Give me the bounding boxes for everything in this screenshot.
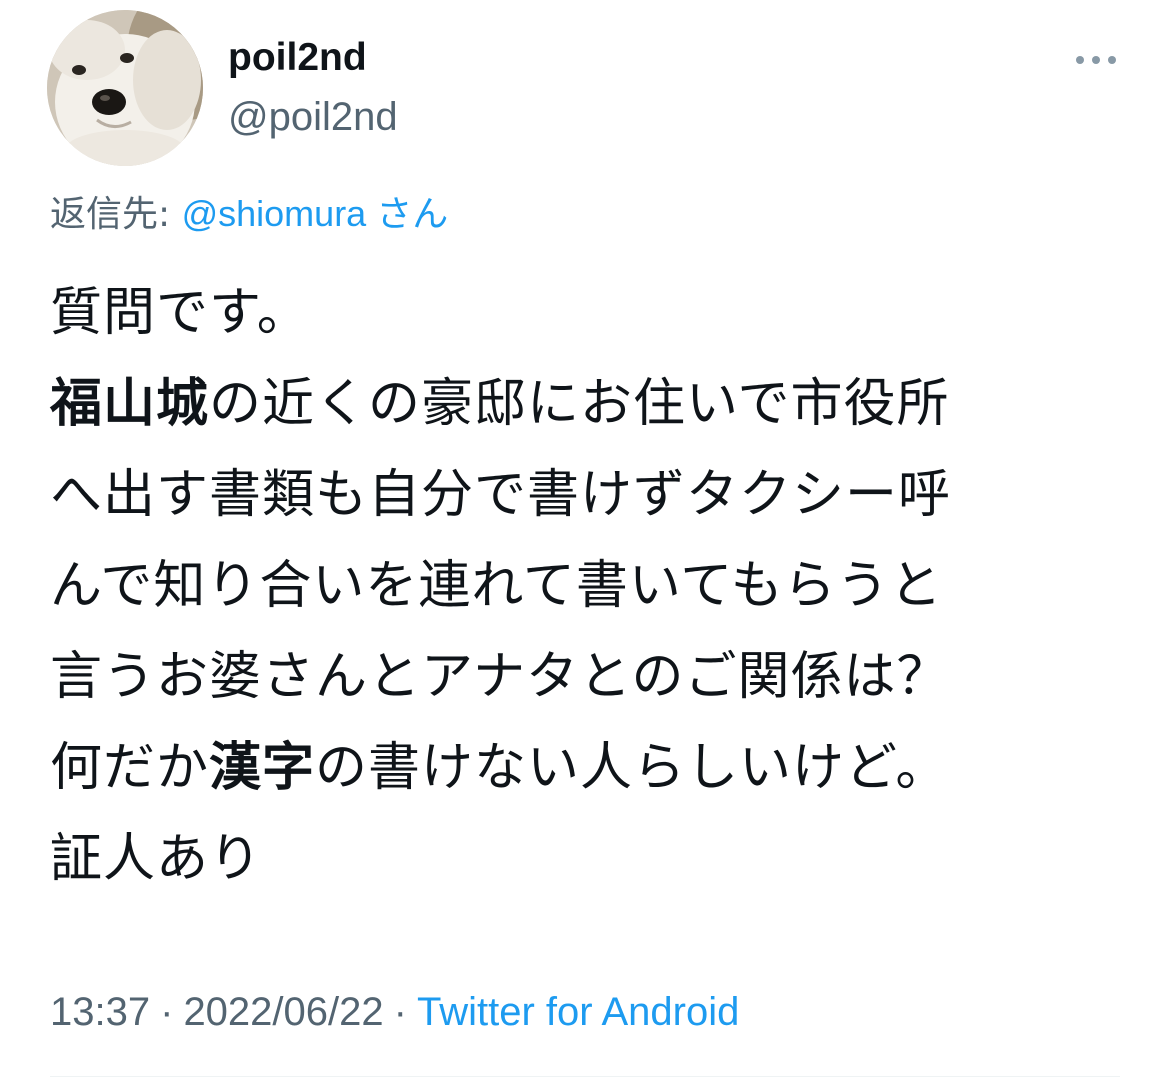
tweet-detail: poil2nd @poil2nd 返信先: @shiomura さん 質問です。 … (0, 0, 1170, 1085)
bold-text: 福山城 (50, 374, 210, 434)
divider (50, 1076, 1120, 1077)
tweet-time[interactable]: 13:37 (50, 990, 150, 1034)
tweet-text: 質問です。 福山城の近くの豪邸にお住いで市役所 へ出す書類も自分で書けずタクシー… (50, 268, 1140, 905)
reply-suffix: さん (376, 194, 449, 235)
more-options-icon[interactable] (1074, 50, 1118, 70)
tweet-line: んで知り合いを連れて書いてもらうと (50, 556, 943, 616)
reply-mention-link[interactable]: @shiomura (182, 193, 367, 234)
source-link[interactable]: Twitter for Android (417, 990, 739, 1034)
separator: · (160, 990, 174, 1034)
user-handle[interactable]: @poil2nd (228, 97, 398, 137)
display-name[interactable]: poil2nd (228, 38, 367, 77)
tweet-date[interactable]: 2022/06/22 (183, 990, 383, 1034)
text-span: の書けない人らしいけど。 (315, 738, 949, 798)
bold-text: 漢字 (209, 738, 316, 798)
dog-avatar-icon (47, 10, 203, 166)
separator: · (393, 990, 407, 1034)
tweet-line: 何だか漢字の書けない人らしいけど。 (50, 723, 1140, 814)
text-span: 何だか (50, 738, 210, 798)
tweet-line: 言うお婆さんとアナタとのご関係は？ (50, 647, 950, 707)
tweet-line: へ出す書類も自分で書けずタクシー呼 (50, 465, 952, 525)
reply-context: 返信先: @shiomura さん (50, 192, 448, 236)
tweet-metadata: 13:37 · 2022/06/22 · Twitter for Android (50, 988, 739, 1036)
tweet-line: 証人あり (50, 829, 263, 889)
reply-prefix: 返信先: (50, 194, 171, 235)
tweet-line: 質問です。 (50, 283, 310, 343)
text-span: の近くの豪邸にお住いで市役所 (209, 374, 950, 434)
tweet-line: 福山城の近くの豪邸にお住いで市役所 (50, 359, 1140, 450)
avatar[interactable] (47, 10, 203, 166)
